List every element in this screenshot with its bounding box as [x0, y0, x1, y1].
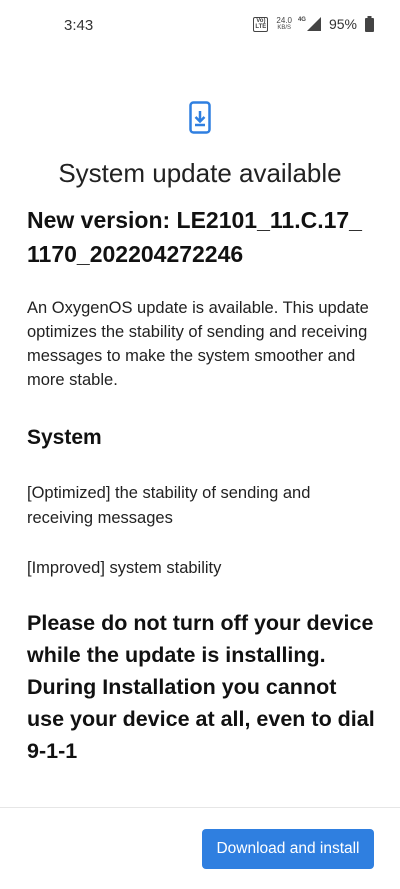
download-and-install-button[interactable]: Download and install [202, 829, 374, 869]
status-bar: 3:43 Vo) LTE 24.0 KB/S 4G 95% [0, 0, 400, 50]
update-description: An OxygenOS update is available. This up… [27, 299, 369, 389]
system-update-screen: 3:43 Vo) LTE 24.0 KB/S 4G 95% System upd… [0, 0, 400, 889]
network-type-label: 4G [297, 17, 306, 23]
battery-icon [365, 16, 374, 32]
network-speed-unit: KB/S [277, 24, 291, 31]
section-heading-system: System [27, 426, 102, 449]
signal-strength-icon [306, 17, 321, 31]
volte-icon: Vo) LTE [253, 16, 269, 32]
footer-divider [0, 807, 400, 808]
page-title: System update available [58, 158, 342, 188]
version-heading: New version: LE2101_11.C.17_ 1170_202204… [27, 207, 362, 267]
change-list-item: [Optimized] the stability of sending and… [27, 484, 311, 527]
change-list-item: [Improved] system stability [27, 559, 222, 577]
status-icons: Vo) LTE 24.0 KB/S 4G 95% [253, 16, 374, 32]
phone-download-icon [189, 101, 211, 134]
network-speed-value: 24.0 [276, 15, 292, 25]
battery-percent: 95% [328, 16, 357, 32]
signal-icon: 4G [298, 17, 321, 31]
volte-label-bottom: LTE [255, 24, 267, 30]
network-speed: 24.0 KB/S [276, 15, 292, 32]
status-time: 3:43 [64, 17, 94, 34]
install-warning: Please do not turn off your device while… [27, 611, 375, 763]
